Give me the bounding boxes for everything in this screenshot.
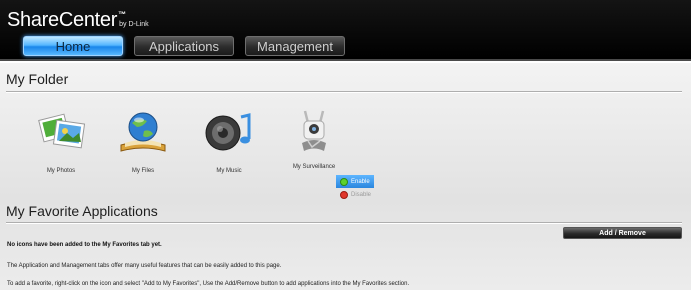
folder-label: My Music bbox=[216, 168, 242, 174]
folder-label: My Surveillance bbox=[292, 164, 336, 170]
disable-option[interactable]: Disable bbox=[336, 188, 374, 201]
my-folder-title: My Folder bbox=[6, 71, 69, 87]
folder-my-surveillance[interactable]: My Surveillance bbox=[269, 105, 359, 170]
speaker-note-icon bbox=[205, 113, 251, 151]
logo-trademark: ™ bbox=[118, 10, 127, 19]
globe-book-icon bbox=[120, 112, 166, 152]
tab-home[interactable]: Home bbox=[23, 36, 123, 56]
sharecenter-logo: ShareCenter ™ by D-Link bbox=[7, 10, 149, 30]
surveillance-context-menu: Enable Disable bbox=[336, 175, 374, 201]
folder-my-music[interactable]: My Music bbox=[184, 109, 274, 174]
folder-my-photos[interactable]: My Photos bbox=[16, 109, 106, 174]
main-nav: Home Applications Management bbox=[23, 36, 356, 56]
logo-text: ShareCenter bbox=[7, 9, 118, 31]
my-folder-divider bbox=[6, 91, 682, 93]
disable-icon bbox=[340, 190, 348, 199]
tab-management[interactable]: Management bbox=[245, 36, 345, 56]
favorites-divider bbox=[6, 222, 682, 224]
tab-applications[interactable]: Applications bbox=[134, 36, 234, 56]
folder-my-files[interactable]: My Files bbox=[98, 109, 188, 174]
top-header: ShareCenter ™ by D-Link Home Application… bbox=[0, 0, 691, 61]
empty-favorites-message: No icons have been added to the My Favor… bbox=[7, 242, 162, 248]
enable-option[interactable]: Enable bbox=[336, 175, 374, 188]
photos-icon bbox=[38, 113, 86, 149]
favorites-info-line-2: To add a favorite, right-click on the ic… bbox=[7, 281, 410, 287]
folder-label: My Files bbox=[131, 168, 155, 174]
favorites-title: My Favorite Applications bbox=[6, 203, 158, 219]
logo-by-dlink: by D-Link bbox=[119, 21, 149, 28]
camera-icon bbox=[302, 110, 326, 151]
add-remove-button[interactable]: Add / Remove bbox=[563, 227, 682, 239]
enable-icon bbox=[340, 177, 348, 186]
disable-label: Disable bbox=[351, 191, 372, 198]
enable-label: Enable bbox=[351, 178, 370, 185]
folder-label: My Photos bbox=[46, 168, 76, 174]
favorites-info-line-1: The Application and Management tabs offe… bbox=[7, 263, 282, 269]
